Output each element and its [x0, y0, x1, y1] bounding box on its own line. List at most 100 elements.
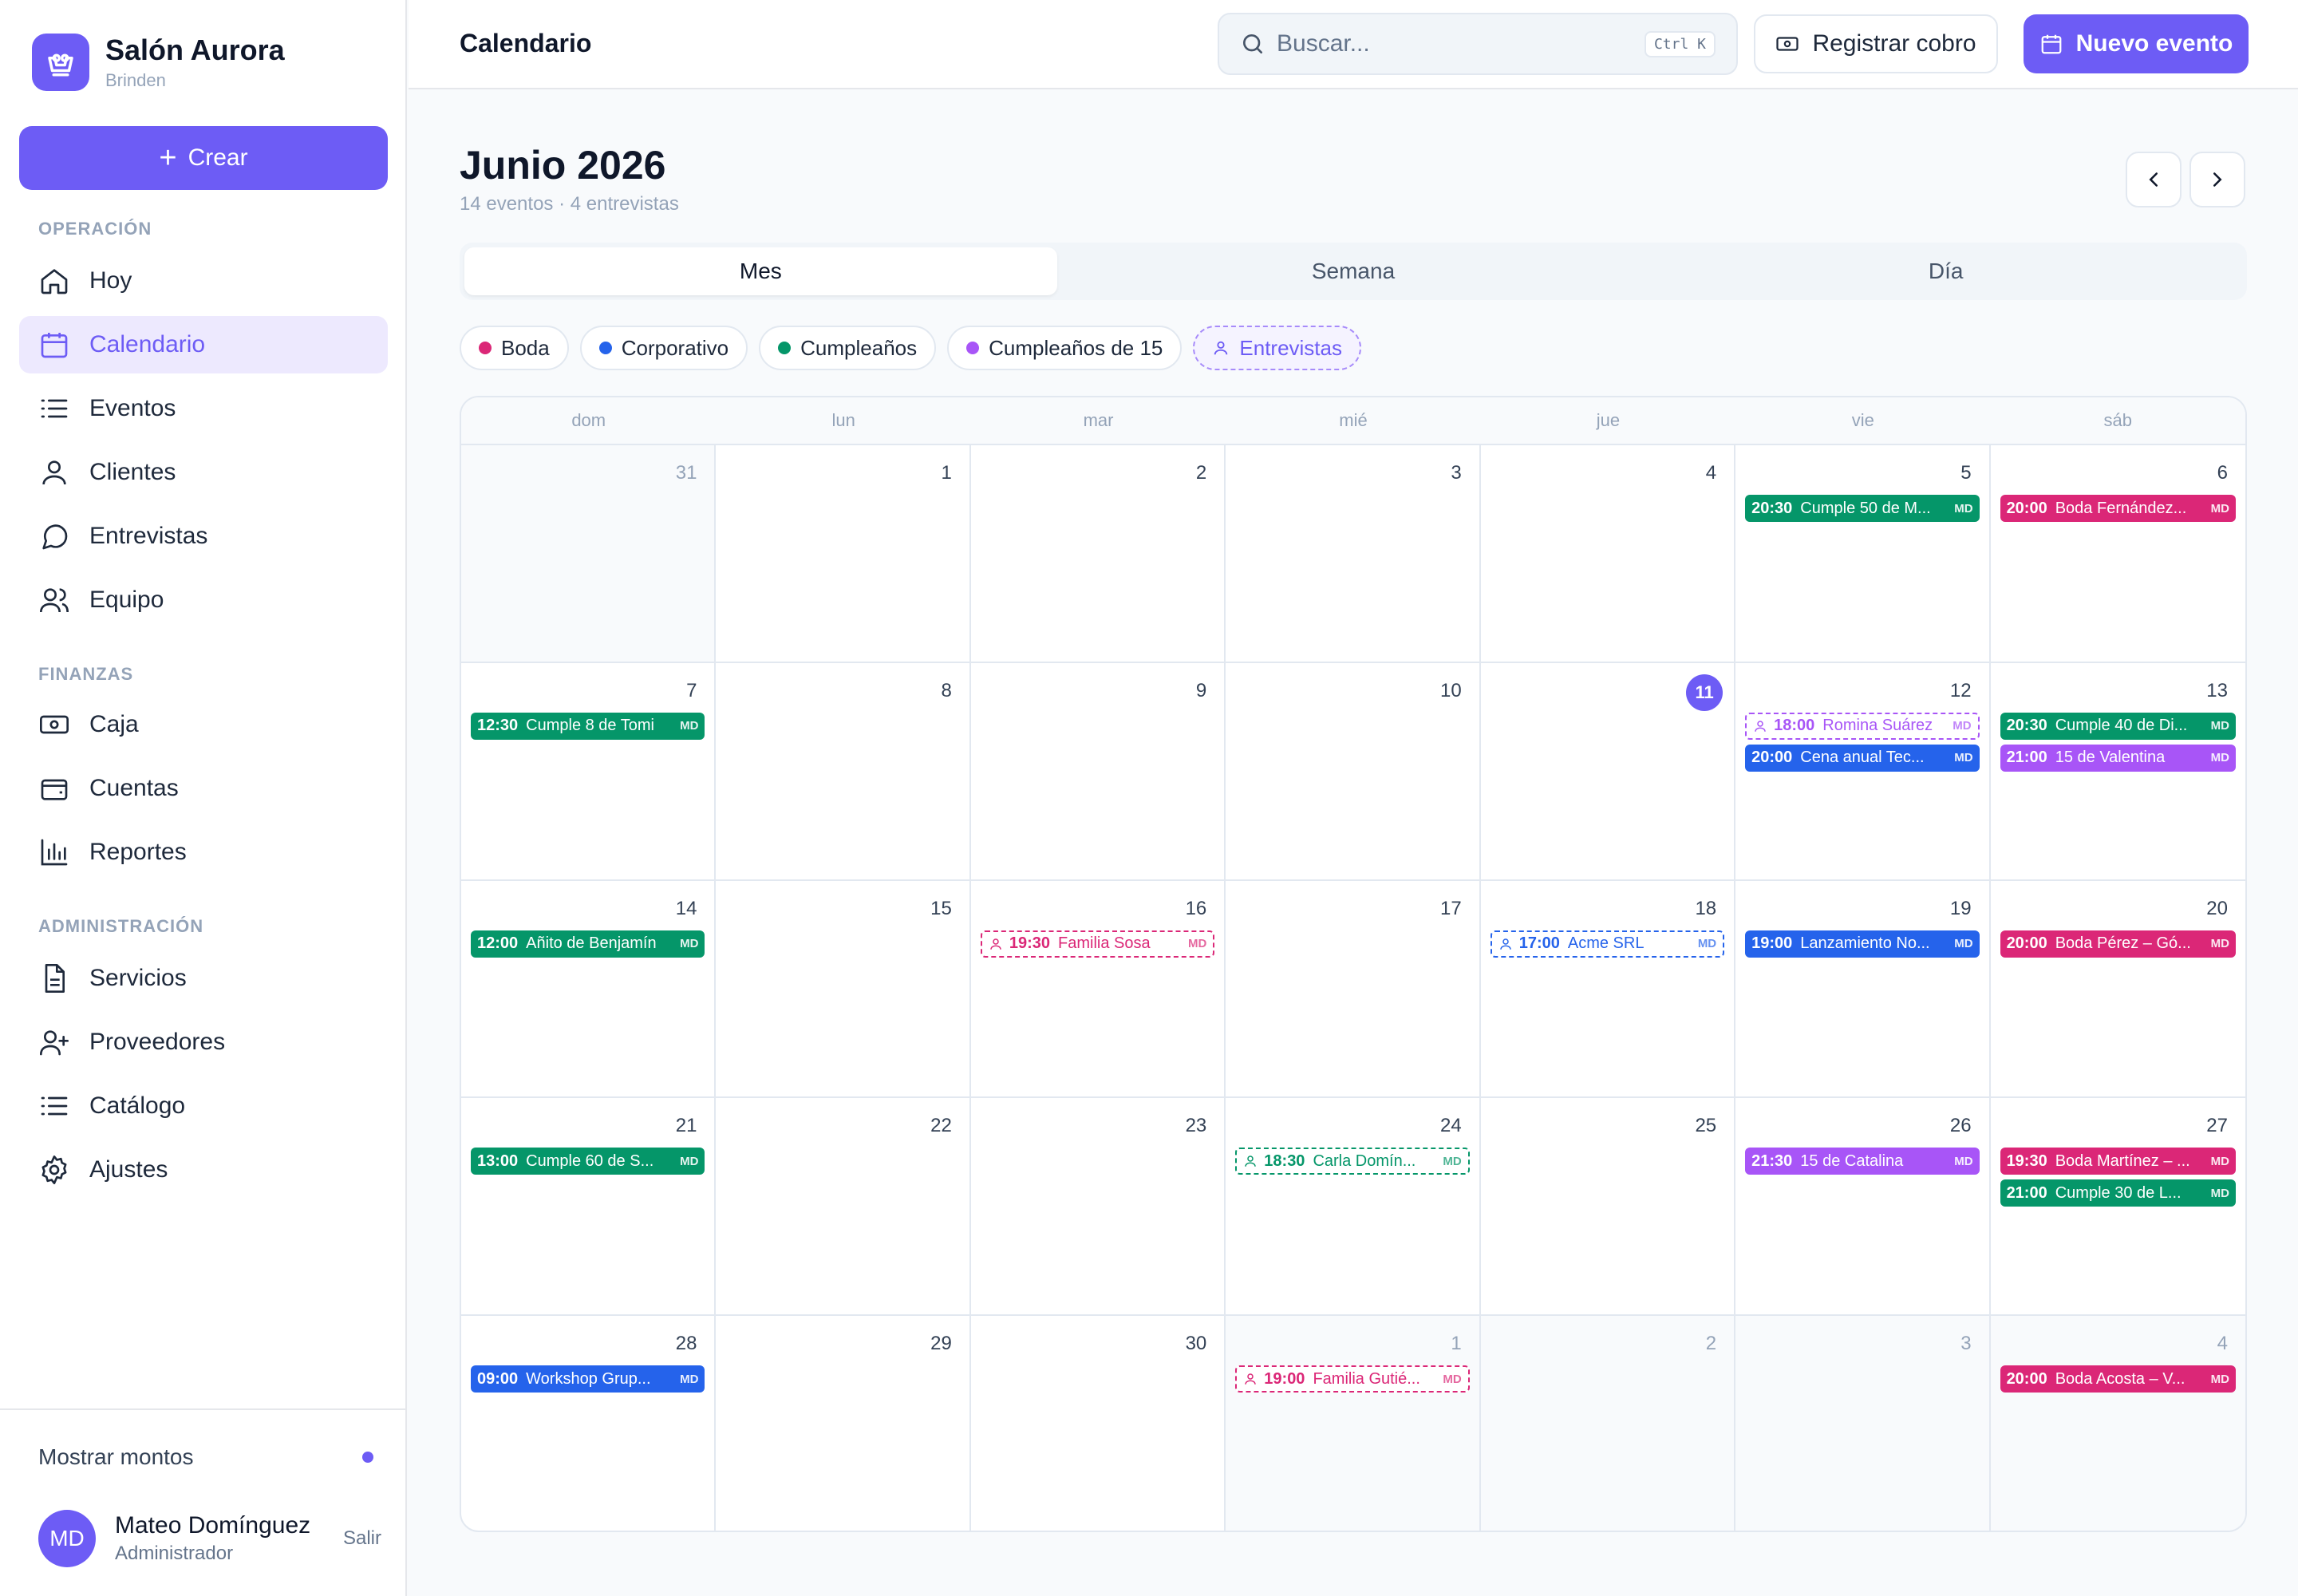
event-chip[interactable]: 12:30 Cumple 8 de Tomi MD: [471, 712, 705, 740]
day-cell[interactable]: 20 20:00 Boda Pérez – Gó... MD: [1990, 881, 2245, 1099]
interview-chip[interactable]: 18:30 Carla Domín... MD: [1235, 1148, 1470, 1175]
filter-entrevistas[interactable]: Entrevistas: [1193, 326, 1361, 370]
day-cell[interactable]: 14 12:00 Añito de Benjamín MD: [461, 880, 717, 1099]
filter-cumpleanos-15[interactable]: Cumpleaños de 15: [947, 326, 1183, 370]
interview-chip[interactable]: 17:00 Acme SRL MD: [1490, 930, 1725, 958]
toggle-indicator[interactable]: [362, 1452, 373, 1463]
avatar[interactable]: MD: [38, 1510, 96, 1567]
day-cell[interactable]: 3: [1226, 445, 1481, 663]
event-chip[interactable]: 13:00 Cumple 60 de S... MD: [471, 1148, 705, 1175]
day-cell[interactable]: 2: [970, 445, 1226, 663]
logout-link[interactable]: Salir: [343, 1527, 381, 1550]
day-number: 29: [725, 1327, 959, 1361]
previous-month-button[interactable]: [2126, 152, 2182, 207]
day-cell[interactable]: 11: [1480, 662, 1736, 881]
day-cell[interactable]: 12 18:00 Romina Suárez MD 20:00 Cena anual Te…: [1735, 662, 1991, 881]
day-number: 9: [981, 674, 1214, 708]
sidebar-item-eventos[interactable]: Eventos: [19, 380, 388, 437]
search-box[interactable]: Ctrl K: [1218, 13, 1738, 75]
day-cell[interactable]: 6 20:00 Boda Fernández... MD: [1990, 445, 2245, 663]
sidebar-item-cuentas[interactable]: Cuentas: [19, 760, 388, 817]
day-cell[interactable]: 31: [461, 445, 717, 663]
day-cell[interactable]: 2: [1480, 1316, 1736, 1531]
sidebar-item-proveedores[interactable]: Proveedores: [19, 1013, 388, 1071]
event-chip[interactable]: 09:00 Workshop Grup... MD: [471, 1365, 705, 1393]
day-number-text: 12: [1949, 679, 1972, 701]
sidebar-item-reportes[interactable]: Reportes: [19, 824, 388, 881]
tab-mes[interactable]: Mes: [464, 247, 1057, 295]
register-payment-button[interactable]: Registrar cobro: [1754, 14, 1998, 73]
next-month-button[interactable]: [2189, 152, 2245, 207]
day-cell[interactable]: 23: [970, 1098, 1226, 1317]
day-cell[interactable]: 3: [1735, 1316, 1991, 1531]
sidebar-item-catalogo[interactable]: Catálogo: [19, 1077, 388, 1135]
filter-boda[interactable]: Boda: [460, 326, 569, 370]
day-cell[interactable]: 9: [970, 662, 1226, 881]
day-number: 28: [471, 1327, 705, 1361]
chevron-left-icon: [2149, 172, 2158, 187]
day-cell[interactable]: 29: [716, 1316, 971, 1531]
sidebar-item-entrevistas[interactable]: Entrevistas: [19, 508, 388, 565]
day-cell[interactable]: 28 09:00 Workshop Grup... MD: [461, 1316, 717, 1531]
day-cell[interactable]: 4 20:00 Boda Acosta – V... MD: [1990, 1316, 2245, 1531]
sidebar-item-hoy[interactable]: Hoy: [19, 252, 388, 310]
sidebar-item-servicios[interactable]: Servicios: [19, 950, 388, 1007]
day-cell[interactable]: 13 20:30 Cumple 40 de Di... MD 21:00 15 de Va…: [1990, 663, 2245, 881]
event-chip[interactable]: 20:00 Boda Acosta – V... MD: [2000, 1365, 2236, 1393]
search-input[interactable]: [1277, 30, 1645, 57]
create-button-label: Crear: [188, 144, 248, 171]
event-chip[interactable]: 12:00 Añito de Benjamín MD: [471, 930, 705, 958]
event-name: 15 de Valentina: [2055, 749, 2166, 767]
show-amounts-toggle[interactable]: Mostrar montos: [38, 1444, 373, 1470]
day-cell[interactable]: 1 19:00 Familia Gutié... MD: [1226, 1316, 1481, 1531]
interview-chip[interactable]: 19:00 Familia Gutié... MD: [1235, 1365, 1470, 1393]
create-button[interactable]: + Crear: [19, 126, 388, 190]
day-number: 22: [725, 1109, 959, 1143]
day-cell[interactable]: 15: [716, 880, 971, 1099]
day-cell[interactable]: 10: [1226, 662, 1481, 881]
day-cell[interactable]: 21 13:00 Cumple 60 de S... MD: [461, 1098, 717, 1317]
day-cell[interactable]: 26 21:30 15 de Catalina MD: [1735, 1098, 1991, 1317]
sidebar-item-calendario[interactable]: Calendario: [19, 316, 388, 373]
day-cell[interactable]: 7 12:30 Cumple 8 de Tomi MD: [461, 662, 717, 881]
event-chip[interactable]: 19:00 Lanzamiento No... MD: [1745, 930, 1980, 958]
filter-corporativo[interactable]: Corporativo: [579, 326, 748, 370]
sidebar-item-clientes[interactable]: Clientes: [19, 444, 388, 501]
day-cell[interactable]: 30: [971, 1316, 1226, 1531]
day-cell[interactable]: 22: [716, 1098, 971, 1317]
day-cell[interactable]: 17: [1226, 880, 1481, 1099]
day-cell[interactable]: 27 19:30 Boda Martínez – ... MD 21:00 Cumple …: [1990, 1098, 2245, 1317]
brand[interactable]: Salón Aurora Brinden: [32, 34, 285, 91]
sidebar-item-caja[interactable]: Caja: [19, 696, 388, 753]
event-chip[interactable]: 20:30 Cumple 40 de Di... MD: [2000, 712, 2236, 740]
day-cell[interactable]: 8: [716, 662, 971, 881]
event-chip[interactable]: 21:00 15 de Valentina MD: [2000, 744, 2236, 772]
event-chip[interactable]: 20:00 Cena anual Tec... MD: [1745, 744, 1980, 772]
day-number-text: 5: [1960, 462, 1972, 484]
day-number-text: 4: [1705, 462, 1717, 484]
event-time: 20:00: [2006, 1369, 2047, 1388]
event-chip[interactable]: 20:30 Cumple 50 de M... MD: [1745, 495, 1980, 522]
day-cell[interactable]: 25: [1480, 1098, 1736, 1317]
tab-semana[interactable]: Semana: [1057, 247, 1650, 295]
interview-chip[interactable]: 19:30 Familia Sosa MD: [980, 930, 1215, 958]
sidebar-item-equipo[interactable]: Equipo: [19, 571, 388, 629]
event-chip[interactable]: 19:30 Boda Martínez – ... MD: [2000, 1148, 2236, 1175]
day-cell[interactable]: 19 19:00 Lanzamiento No... MD: [1735, 880, 1991, 1099]
day-cell[interactable]: 4: [1480, 445, 1736, 663]
day-cell[interactable]: 5 20:30 Cumple 50 de M... MD: [1735, 445, 1991, 663]
tab-dia[interactable]: Día: [1649, 247, 2242, 295]
interview-chip[interactable]: 18:00 Romina Suárez MD: [1745, 712, 1980, 740]
event-chip[interactable]: 21:30 15 de Catalina MD: [1745, 1148, 1980, 1175]
event-chip[interactable]: 20:00 Boda Pérez – Gó... MD: [2000, 930, 2236, 958]
day-cell[interactable]: 18 17:00 Acme SRL MD: [1480, 880, 1736, 1099]
day-cell[interactable]: 16 19:30 Familia Sosa MD: [970, 880, 1226, 1099]
day-cell[interactable]: 1: [716, 445, 971, 663]
event-chip[interactable]: 21:00 Cumple 30 de L... MD: [2000, 1179, 2236, 1207]
sidebar-item-ajustes[interactable]: Ajustes: [19, 1141, 388, 1199]
filter-cumpleanos[interactable]: Cumpleaños: [759, 326, 937, 370]
event-time: 19:00: [1751, 934, 1793, 953]
new-event-button[interactable]: Nuevo evento: [2024, 14, 2249, 73]
event-chip[interactable]: 20:00 Boda Fernández... MD: [2000, 495, 2236, 522]
day-cell[interactable]: 24 18:30 Carla Domín... MD: [1226, 1098, 1481, 1317]
